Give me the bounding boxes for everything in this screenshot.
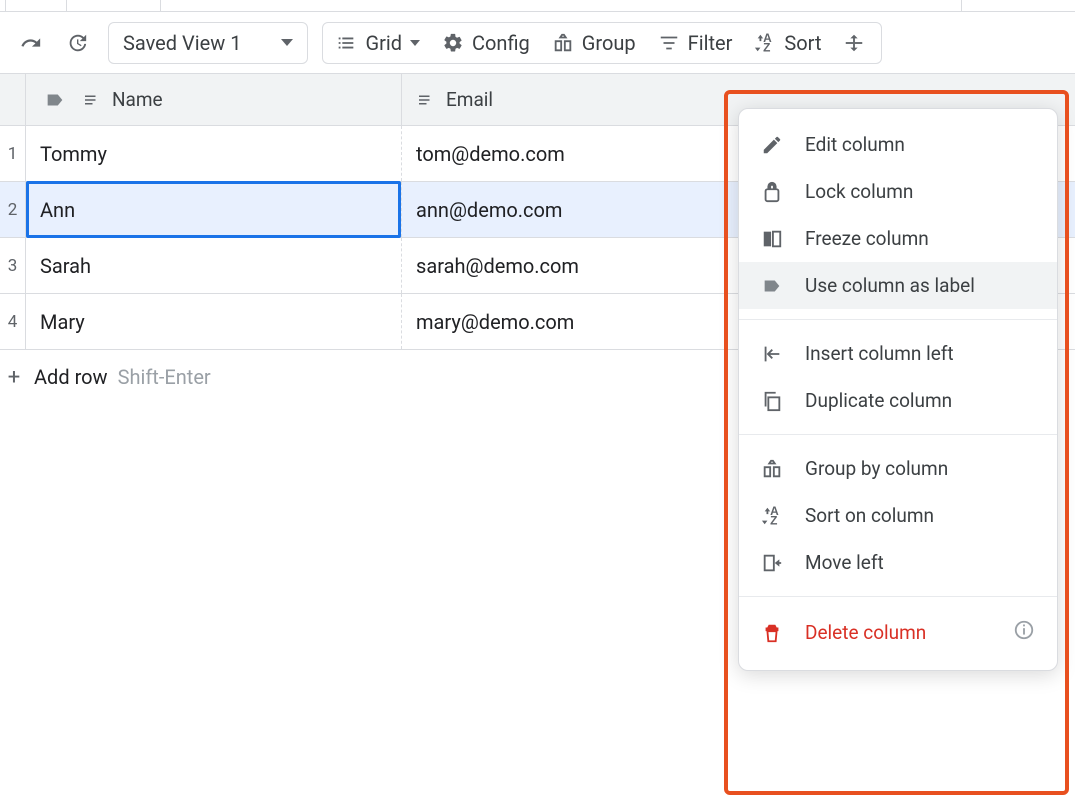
- collapse-button[interactable]: [833, 25, 875, 61]
- text-type-icon: [82, 91, 100, 109]
- move-left-icon: [761, 552, 783, 574]
- menu-use-as-label[interactable]: Use column as label: [739, 262, 1057, 309]
- view-select[interactable]: Saved View 1: [108, 22, 308, 64]
- menu-item-label: Edit column: [805, 133, 905, 156]
- sort-az-icon: [761, 505, 783, 527]
- sort-label: Sort: [784, 31, 821, 55]
- menu-sort-on[interactable]: Sort on column: [739, 492, 1057, 539]
- cell-value: ann@demo.com: [416, 198, 562, 222]
- layout-select[interactable]: Grid: [325, 25, 430, 61]
- grid-icon: [335, 32, 357, 54]
- cell-name[interactable]: Sarah: [26, 238, 402, 293]
- menu-item-label: Sort on column: [805, 504, 934, 527]
- add-row-label: Add row: [34, 365, 108, 389]
- trash-icon: [761, 622, 783, 644]
- menu-freeze-column[interactable]: Freeze column: [739, 215, 1057, 262]
- menu-group-by[interactable]: Group by column: [739, 445, 1057, 492]
- sort-az-icon: [754, 32, 776, 54]
- redo-icon: [20, 32, 42, 54]
- view-tools-group: Grid Config Group Filter Sort: [322, 22, 882, 64]
- cell-value: Ann: [40, 198, 75, 222]
- filter-button[interactable]: Filter: [648, 25, 743, 61]
- menu-separator: [739, 319, 1057, 320]
- menu-item-label: Delete column: [805, 621, 926, 644]
- row-number: 4: [0, 294, 26, 349]
- group-icon: [761, 458, 783, 480]
- lock-icon: [761, 181, 783, 203]
- cell-value: Tommy: [40, 142, 107, 166]
- layout-label: Grid: [365, 31, 402, 55]
- menu-insert-left[interactable]: Insert column left: [739, 330, 1057, 377]
- menu-separator: [739, 596, 1057, 597]
- config-label: Config: [472, 31, 530, 55]
- column-email-label: Email: [446, 88, 493, 111]
- menu-item-label: Move left: [805, 551, 884, 574]
- menu-item-label: Duplicate column: [805, 389, 952, 412]
- history-button[interactable]: [56, 23, 98, 63]
- menu-move-left[interactable]: Move left: [739, 539, 1057, 586]
- menu-item-label: Use column as label: [805, 274, 975, 297]
- column-name-label: Name: [112, 88, 163, 111]
- menu-delete-column[interactable]: Delete column: [739, 607, 1057, 658]
- filter-label: Filter: [688, 31, 733, 55]
- menu-item-label: Lock column: [805, 180, 913, 203]
- row-number: 3: [0, 238, 26, 293]
- plus-icon: +: [4, 365, 24, 390]
- cell-value: Sarah: [40, 254, 91, 278]
- gear-icon: [442, 32, 464, 54]
- cell-value: Mary: [40, 310, 85, 334]
- menu-separator: [739, 434, 1057, 435]
- text-type-icon: [416, 91, 434, 109]
- sort-button[interactable]: Sort: [744, 25, 831, 61]
- info-icon: [1013, 619, 1035, 641]
- menu-duplicate-column[interactable]: Duplicate column: [739, 377, 1057, 424]
- pencil-icon: [761, 134, 783, 156]
- view-name: Saved View 1: [123, 31, 241, 55]
- menu-item-label: Freeze column: [805, 227, 929, 250]
- menu-edit-column[interactable]: Edit column: [739, 121, 1057, 168]
- label-icon: [761, 275, 783, 297]
- menu-item-label: Group by column: [805, 457, 948, 480]
- group-button[interactable]: Group: [542, 25, 646, 61]
- add-row-hint: Shift-Enter: [118, 365, 211, 389]
- config-button[interactable]: Config: [432, 25, 540, 61]
- label-icon: [40, 85, 70, 115]
- info-icon-wrapper[interactable]: [1013, 619, 1035, 646]
- cell-value: tom@demo.com: [416, 142, 565, 166]
- cell-value: sarah@demo.com: [416, 254, 579, 278]
- chevron-down-icon: [281, 39, 293, 46]
- toolbar: Saved View 1 Grid Config Group Filter So…: [0, 12, 1075, 74]
- insert-left-icon: [761, 343, 783, 365]
- collapse-icon: [843, 32, 865, 54]
- filter-icon: [658, 32, 680, 54]
- row-number-header: [0, 74, 26, 125]
- chevron-down-icon: [410, 40, 420, 46]
- redo-button[interactable]: [10, 23, 52, 63]
- cell-name[interactable]: Tommy: [26, 126, 402, 181]
- duplicate-icon: [761, 390, 783, 412]
- row-number: 2: [0, 182, 26, 237]
- column-header-name[interactable]: Name: [26, 74, 402, 125]
- history-icon: [66, 32, 88, 54]
- column-context-menu: Edit column Lock column Freeze column Us…: [738, 108, 1058, 671]
- menu-lock-column[interactable]: Lock column: [739, 168, 1057, 215]
- menu-item-label: Insert column left: [805, 342, 954, 365]
- cell-value: mary@demo.com: [416, 310, 574, 334]
- cell-name[interactable]: Ann: [26, 182, 402, 237]
- cell-name[interactable]: Mary: [26, 294, 402, 349]
- row-number: 1: [0, 126, 26, 181]
- freeze-icon: [761, 228, 783, 250]
- group-label: Group: [582, 31, 636, 55]
- group-icon: [552, 32, 574, 54]
